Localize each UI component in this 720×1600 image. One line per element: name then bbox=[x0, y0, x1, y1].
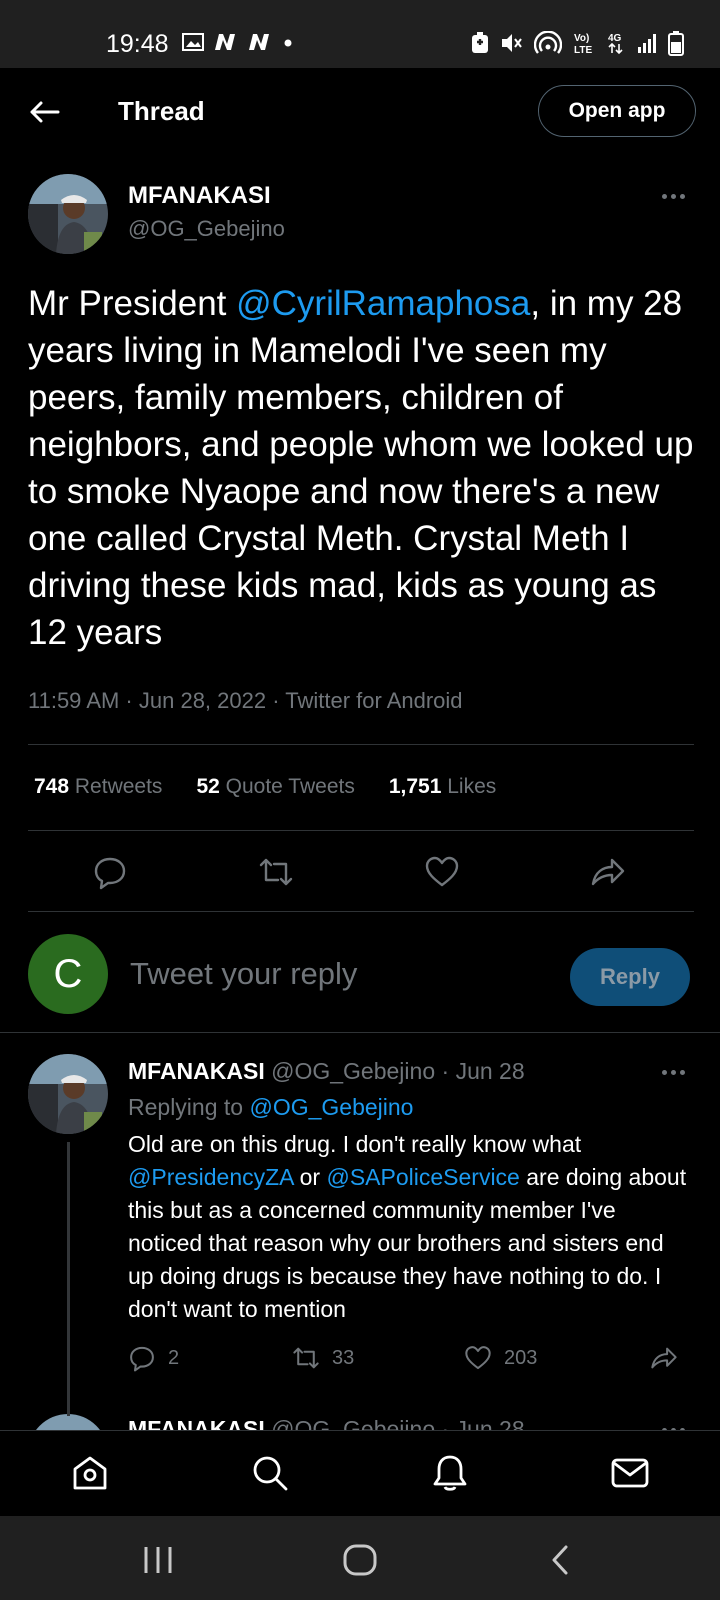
alarm-icon bbox=[472, 32, 488, 53]
reply-avatar[interactable] bbox=[28, 1054, 108, 1134]
home-icon[interactable] bbox=[70, 1453, 110, 1493]
retweets-count: 748 bbox=[34, 775, 70, 798]
reply-retweet-action[interactable]: 33 bbox=[292, 1344, 354, 1372]
author-handle[interactable]: @OG_Gebejino bbox=[128, 216, 285, 242]
quotes-count: 52 bbox=[196, 775, 220, 798]
reply-text-part: or bbox=[293, 1164, 327, 1190]
next-tweet-peek[interactable]: MFANAKASI @OG_Gebejino · Jun 28 bbox=[0, 1408, 720, 1430]
home-button-icon[interactable] bbox=[342, 1542, 378, 1578]
reply-author-name[interactable]: MFANAKASI bbox=[128, 1058, 265, 1084]
tweet-stats: 748 Retweets 52 Quote Tweets 1,751 Likes bbox=[34, 775, 496, 799]
tweet-text-part: Mr President bbox=[28, 284, 237, 323]
reply-button[interactable]: Reply bbox=[570, 948, 690, 1006]
divider bbox=[0, 1032, 720, 1033]
reply-input[interactable]: Tweet your reply bbox=[130, 956, 357, 992]
svg-text:Vo): Vo) bbox=[574, 33, 589, 44]
reply-date[interactable]: · Jun 28 bbox=[442, 1058, 525, 1084]
svg-text:LTE: LTE bbox=[574, 45, 592, 55]
retweets-stat[interactable]: 748 Retweets bbox=[34, 775, 162, 799]
search-icon[interactable] bbox=[250, 1453, 290, 1493]
share-icon[interactable] bbox=[590, 854, 626, 890]
quotes-label: Quote Tweets bbox=[225, 775, 355, 798]
signal-icon bbox=[638, 34, 656, 53]
retweet-icon bbox=[293, 1347, 319, 1369]
avatar-image bbox=[28, 174, 108, 254]
tweet-text-part: , in my 28 years living in Mamelodi I've… bbox=[28, 284, 694, 652]
avatar[interactable] bbox=[28, 174, 108, 254]
image-icon bbox=[182, 33, 204, 51]
svg-text:4G: 4G bbox=[608, 33, 622, 44]
mention-link[interactable]: @CyrilRamaphosa bbox=[236, 284, 530, 323]
bottom-navigation bbox=[0, 1430, 720, 1516]
reply-text-part: Old are on this drug. I don't really kno… bbox=[128, 1131, 582, 1157]
recent-apps-icon[interactable] bbox=[140, 1542, 176, 1578]
avatar bbox=[28, 1414, 108, 1430]
back-arrow-icon[interactable] bbox=[26, 94, 62, 130]
divider bbox=[28, 911, 694, 912]
battery-icon bbox=[668, 31, 684, 56]
system-navigation-bar bbox=[0, 1516, 720, 1600]
thread-line bbox=[67, 1408, 70, 1416]
reply-count: 2 bbox=[168, 1346, 180, 1369]
tweet-actions bbox=[0, 840, 720, 900]
likes-count: 1,751 bbox=[388, 775, 442, 798]
thread-header: Thread Open app bbox=[0, 68, 720, 158]
likes-stat[interactable]: 1,751 Likes bbox=[389, 775, 496, 799]
peek-author-name: MFANAKASI bbox=[128, 1416, 265, 1430]
n-icon bbox=[249, 34, 269, 50]
volte-icon: Vo)LTE bbox=[574, 33, 592, 55]
n-icon bbox=[215, 34, 235, 50]
likes-label: Likes bbox=[447, 775, 497, 798]
retweet-icon[interactable] bbox=[258, 854, 294, 890]
current-user-avatar[interactable]: C bbox=[28, 934, 108, 1014]
reply-text: Old are on this drug. I don't really kno… bbox=[128, 1128, 688, 1326]
tweet-timestamp[interactable]: 11:59 AM · Jun 28, 2022 · Twitter for An… bbox=[28, 688, 463, 714]
avatar-image bbox=[28, 1054, 108, 1134]
retweets-label: Retweets bbox=[74, 775, 163, 798]
notifications-icon[interactable] bbox=[430, 1453, 470, 1493]
like-count: 203 bbox=[504, 1346, 538, 1369]
author-name[interactable]: MFANAKASI bbox=[128, 182, 271, 210]
reply-icon bbox=[130, 1346, 154, 1372]
reply-reply-action[interactable]: 2 bbox=[128, 1344, 179, 1372]
peek-header: MFANAKASI @OG_Gebejino · Jun 28 bbox=[128, 1416, 525, 1430]
reply-header: MFANAKASI @OG_Gebejino · Jun 28 bbox=[128, 1058, 525, 1085]
4g-icon: 4G bbox=[608, 33, 623, 55]
share-icon bbox=[651, 1347, 677, 1369]
like-icon[interactable] bbox=[424, 854, 460, 890]
divider bbox=[28, 744, 694, 745]
reply-like-action[interactable]: 203 bbox=[464, 1344, 537, 1372]
mention-link[interactable]: @SAPoliceService bbox=[326, 1164, 519, 1190]
system-back-icon[interactable] bbox=[544, 1542, 580, 1578]
reply-share-action[interactable] bbox=[648, 1344, 680, 1372]
retweet-count: 33 bbox=[332, 1346, 355, 1369]
peek-author-handle: @OG_Gebejino · Jun 28 bbox=[271, 1416, 525, 1430]
status-left-icons bbox=[182, 32, 296, 52]
reply-actions: 2 33 203 bbox=[128, 1344, 698, 1380]
replying-prefix: Replying to bbox=[128, 1094, 250, 1120]
status-right-icons: Vo) LTE 4G bbox=[470, 30, 684, 56]
status-bar: 19:48 Vo) LTE 4G bbox=[0, 0, 720, 68]
replying-handle-link[interactable]: @OG_Gebejino bbox=[249, 1094, 413, 1120]
reply-more-options-icon[interactable] bbox=[662, 1066, 692, 1078]
messages-icon[interactable] bbox=[610, 1453, 650, 1493]
dot-icon bbox=[284, 39, 292, 47]
divider bbox=[28, 830, 694, 831]
replying-to: Replying to @OG_Gebejino bbox=[128, 1094, 413, 1121]
mute-icon bbox=[502, 34, 522, 52]
tweet-text: Mr President @CyrilRamaphosa, in my 28 y… bbox=[28, 280, 698, 656]
like-icon bbox=[465, 1346, 491, 1370]
page-title: Thread bbox=[118, 96, 205, 126]
thread-line bbox=[67, 1142, 70, 1408]
reply-icon[interactable] bbox=[92, 854, 128, 890]
hotspot-icon bbox=[534, 31, 562, 54]
quotes-stat[interactable]: 52 Quote Tweets bbox=[196, 775, 354, 799]
status-time: 19:48 bbox=[106, 30, 169, 58]
reply-author-handle[interactable]: @OG_Gebejino bbox=[271, 1058, 435, 1084]
open-app-button[interactable]: Open app bbox=[538, 85, 696, 137]
mention-link[interactable]: @PresidencyZA bbox=[128, 1164, 293, 1190]
more-options-icon[interactable] bbox=[662, 190, 692, 202]
